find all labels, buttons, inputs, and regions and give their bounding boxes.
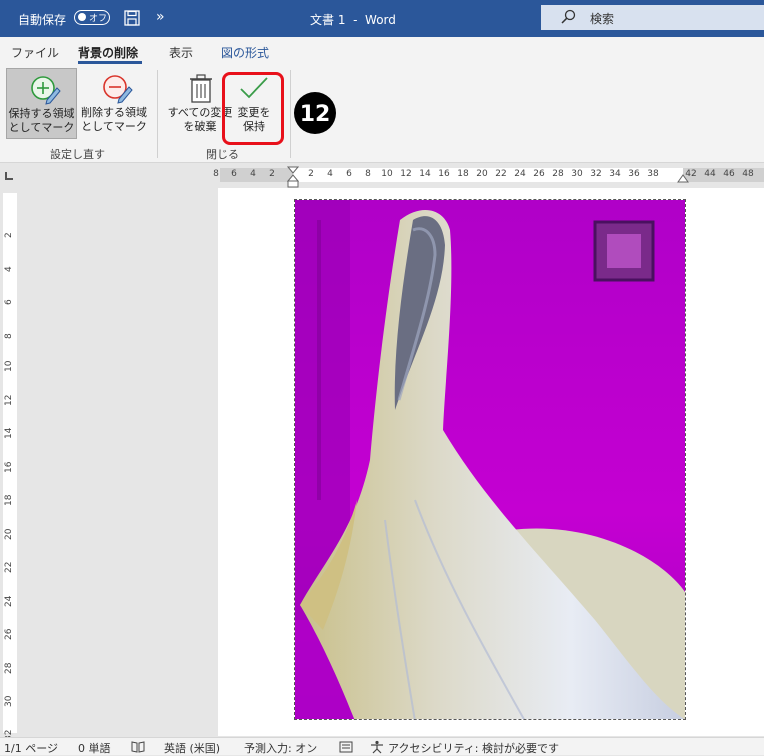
tab-picture-format[interactable]: 図の形式: [221, 44, 269, 61]
ruler-tick-label: 24: [4, 595, 14, 607]
mark-areas-to-keep-button[interactable]: 保持する領域 としてマーク: [6, 68, 77, 139]
status-bar: 1/1 ページ 0 単語 英語 (米国) 予測入力: オン アクセシビリティ: …: [0, 737, 764, 755]
group-label-close: 閉じる: [206, 148, 239, 161]
highlight-annotation: [222, 72, 284, 145]
autosave-toggle[interactable]: オフ: [74, 10, 110, 25]
mark-keep-label: 保持する領域 としてマーク: [8, 107, 75, 134]
tab-selector-icon[interactable]: [5, 172, 13, 180]
ruler-tick-label: 4: [327, 169, 333, 179]
ruler-tick-label: 30: [4, 695, 14, 707]
tab-file[interactable]: ファイル: [11, 44, 59, 61]
ruler-tick-label: 32: [590, 169, 602, 179]
display-settings-icon[interactable]: [339, 741, 353, 753]
document-title: 文書 1 - Word: [310, 13, 396, 27]
group-label-refine: 設定し直す: [50, 148, 105, 161]
ruler-tick-label: 22: [4, 561, 14, 573]
ruler-tick-label: 12: [400, 169, 412, 179]
save-icon[interactable]: [124, 10, 140, 26]
ruler-tick-label: 18: [4, 494, 14, 506]
ruler-tick-label: 10: [4, 360, 14, 372]
ruler-tick-label: 22: [495, 169, 507, 179]
ruler-tick-label: 2: [4, 232, 14, 238]
ruler-tick-label: 20: [4, 528, 14, 540]
toggle-knob: [78, 13, 86, 21]
accessibility-icon[interactable]: [370, 740, 384, 754]
ruler-tick-label: 38: [647, 169, 659, 179]
ruler-tick-label: 6: [231, 169, 237, 179]
mark-remove-label: 削除する領域 としてマーク: [81, 106, 147, 133]
ruler-tick-label: 16: [438, 169, 450, 179]
proofing-book-icon[interactable]: [131, 741, 145, 753]
tab-view[interactable]: 表示: [169, 44, 193, 61]
ruler-tick-label: 16: [4, 461, 14, 473]
mark-remove-icon: [103, 75, 133, 104]
ruler-tick-label: 8: [4, 332, 14, 339]
ruler-tick-label: 46: [723, 169, 735, 179]
ruler-tick-label: 14: [419, 169, 431, 179]
ruler-tick-label: 8: [365, 169, 371, 179]
indent-marker-icon[interactable]: [287, 166, 299, 190]
ruler-tick-label: 26: [533, 169, 545, 179]
ruler-tick-label: 26: [4, 628, 14, 640]
ruler-tick-label: 28: [552, 169, 564, 179]
ruler-tick-label: 10: [381, 169, 393, 179]
ruler-tick-label: 4: [4, 265, 14, 272]
mark-keep-icon: [31, 76, 61, 105]
customize-toolbar-icon[interactable]: »: [156, 9, 165, 25]
ruler-tick-label: 18: [457, 169, 469, 179]
mark-areas-to-remove-button[interactable]: 削除する領域 としてマーク: [79, 68, 149, 139]
ruler-tick-label: 6: [346, 169, 352, 179]
ruler-tick-label: 24: [514, 169, 526, 179]
ruler-tick-label: 20: [476, 169, 488, 179]
group-separator: [157, 70, 158, 158]
vertical-ruler[interactable]: 2 4 6 8 10 12 14 16 18 20 22 24 26 28 30 32: [3, 193, 17, 741]
background-removal-image[interactable]: [294, 199, 686, 720]
ruler-tick-label: 28: [4, 662, 14, 674]
search-placeholder: 検索: [590, 12, 615, 26]
tab-remove-background[interactable]: 背景の削除: [78, 44, 138, 61]
ruler-tick-label: 36: [628, 169, 640, 179]
dress-photo: [295, 200, 685, 719]
ruler-tick-label: 4: [250, 169, 256, 179]
ruler-tick-label: 12: [4, 394, 14, 406]
ruler-tick-label: 2: [308, 169, 314, 179]
ruler-tick-label: 34: [609, 169, 621, 179]
autosave-label: 自動保存: [18, 13, 67, 27]
ruler-tick-label: 8: [213, 169, 219, 179]
ruler-tick-label: 30: [571, 169, 583, 179]
active-tab-indicator: [78, 61, 142, 64]
step-number-badge: 12: [294, 92, 336, 134]
ruler-tick-label: 48: [742, 169, 754, 179]
ruler-tick-label: 14: [4, 427, 14, 439]
group-separator: [290, 70, 291, 158]
svg-text:12: 12: [300, 102, 331, 127]
ruler-tick-label: 44: [704, 169, 716, 179]
right-indent-marker-icon[interactable]: [677, 173, 689, 183]
trash-icon: [190, 74, 212, 103]
search-icon: [561, 9, 576, 24]
ruler-tick-label: 6: [4, 299, 14, 305]
ruler-tick-label: 2: [269, 169, 275, 179]
autosave-state: オフ: [89, 14, 108, 24]
